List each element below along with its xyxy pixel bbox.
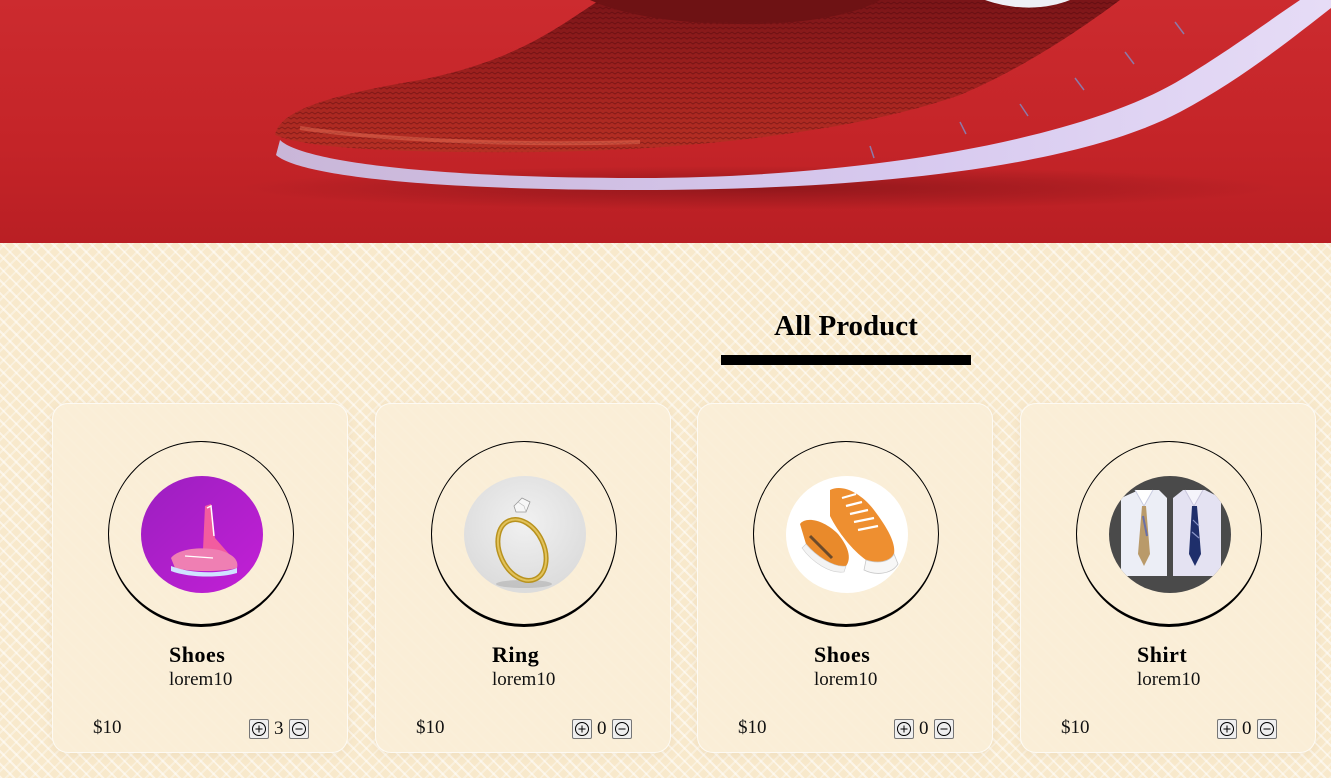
quantity-controls: 0 xyxy=(1217,718,1277,740)
decrease-quantity-button[interactable] xyxy=(611,719,632,739)
product-price: $10 xyxy=(1061,717,1090,738)
product-card-2: Ring lorem10 $10 0 xyxy=(375,403,671,753)
plus-circle-icon xyxy=(897,722,911,736)
plus-circle-icon xyxy=(1220,722,1234,736)
decrease-quantity-button[interactable] xyxy=(1256,719,1277,739)
minus-circle-icon xyxy=(614,722,629,736)
product-price: $10 xyxy=(93,717,122,738)
increase-quantity-button[interactable] xyxy=(249,719,269,739)
product-name: Shoes xyxy=(169,642,226,667)
quantity-controls: 0 xyxy=(894,718,954,740)
quantity-controls: 0 xyxy=(572,718,632,740)
product-price: $10 xyxy=(416,717,445,738)
product-price: $10 xyxy=(738,717,767,738)
section-title: All Product xyxy=(774,310,918,342)
quantity-value: 0 xyxy=(597,718,607,739)
plus-circle-icon xyxy=(575,722,589,736)
quantity-value: 0 xyxy=(919,718,929,739)
product-image-pink-shoes xyxy=(141,476,263,593)
product-card-3: Shoes lorem10 $10 0 xyxy=(697,403,993,753)
quantity-value: 0 xyxy=(1242,718,1252,739)
product-card-4: Shirt lorem10 $10 0 xyxy=(1020,403,1316,753)
product-name: Ring xyxy=(492,642,540,667)
product-image-shirt xyxy=(1109,476,1231,593)
minus-circle-icon xyxy=(291,722,306,736)
product-image-ring xyxy=(464,476,586,593)
product-name: Shoes xyxy=(814,642,871,667)
increase-quantity-button[interactable] xyxy=(1217,719,1237,739)
plus-circle-icon xyxy=(252,722,266,736)
product-image-orange-shoes xyxy=(786,476,908,593)
quantity-controls: 3 xyxy=(249,718,309,740)
hero-banner xyxy=(0,0,1331,243)
quantity-value: 3 xyxy=(274,718,284,739)
product-card-1: Shoes lorem10 $10 3 xyxy=(52,403,348,753)
decrease-quantity-button[interactable] xyxy=(288,719,309,739)
decrease-quantity-button[interactable] xyxy=(933,719,954,739)
title-underline xyxy=(721,355,971,365)
product-description: lorem10 xyxy=(814,669,878,690)
product-description: lorem10 xyxy=(492,669,556,690)
product-name: Shirt xyxy=(1137,642,1188,667)
increase-quantity-button[interactable] xyxy=(572,719,592,739)
product-description: lorem10 xyxy=(1137,669,1201,690)
minus-circle-icon xyxy=(936,722,951,736)
increase-quantity-button[interactable] xyxy=(894,719,914,739)
minus-circle-icon xyxy=(1259,722,1274,736)
product-description: lorem10 xyxy=(169,669,233,690)
red-knit-sneaker-image xyxy=(240,0,1331,210)
